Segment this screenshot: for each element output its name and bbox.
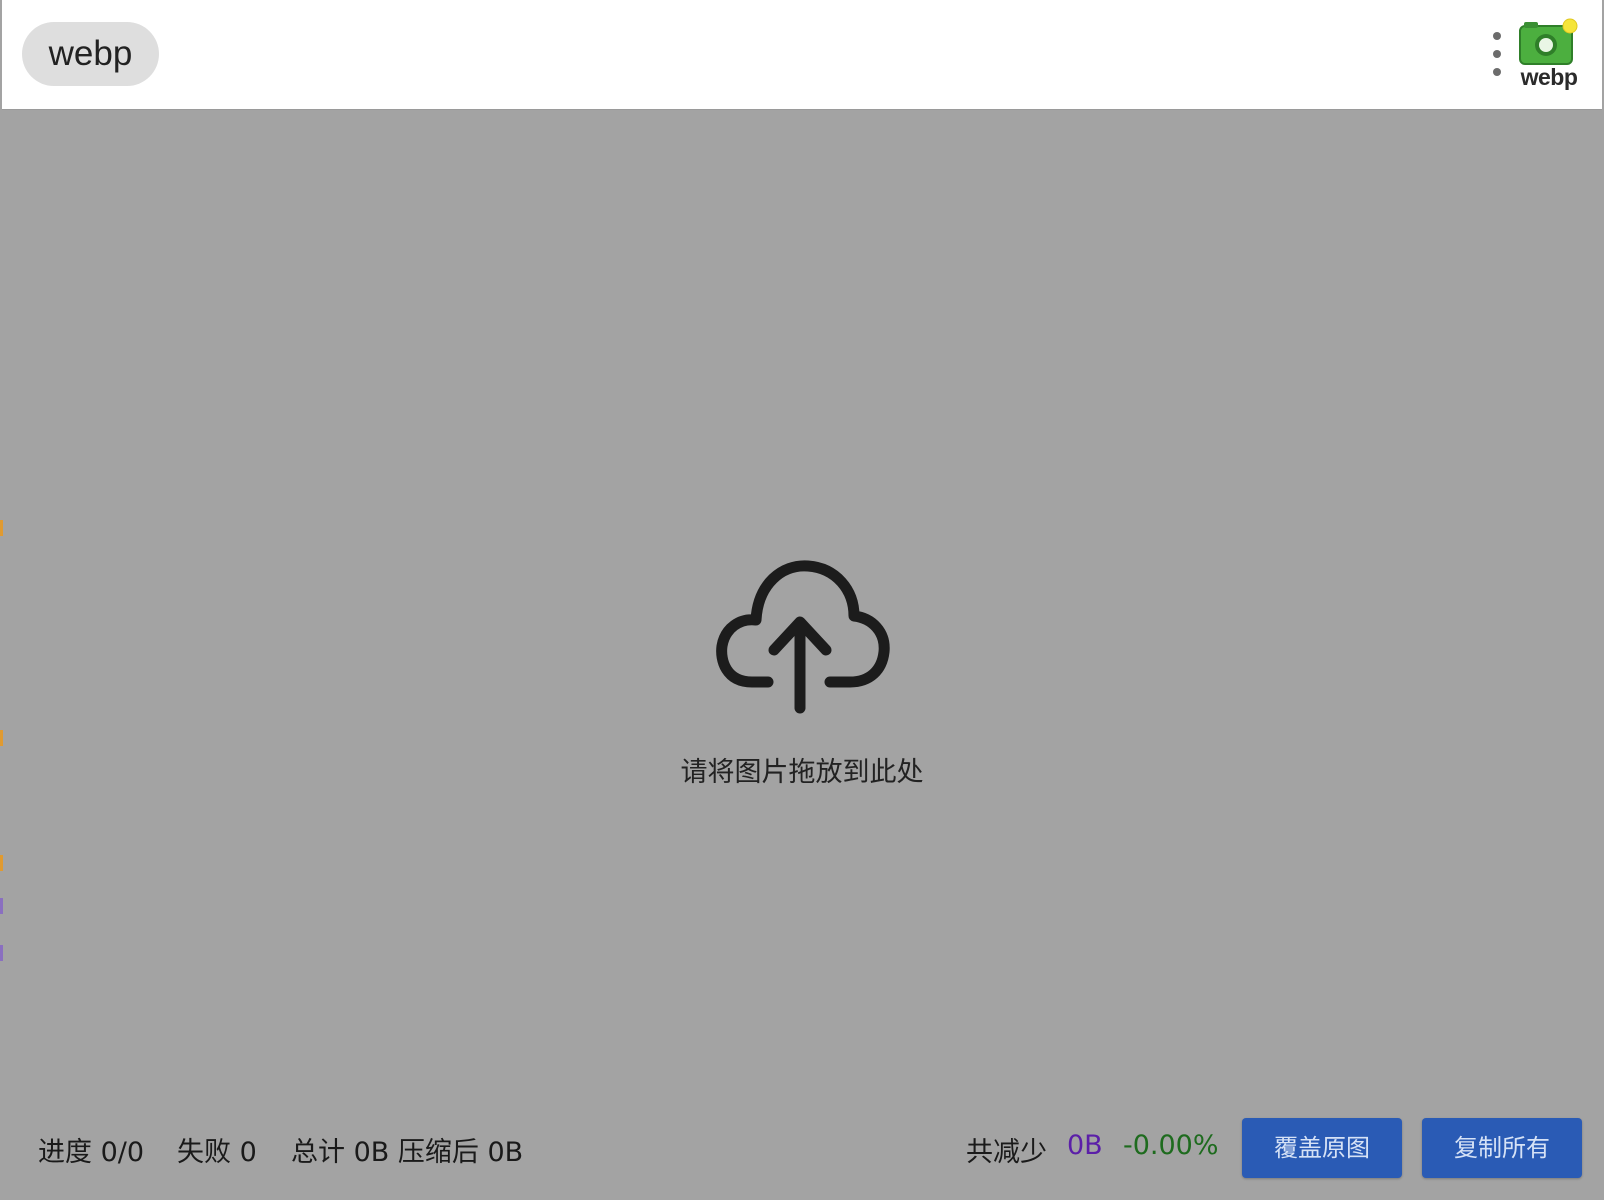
drop-hint-text: 请将图片拖放到此处	[680, 757, 924, 788]
saved-label: 共减少	[966, 1137, 1047, 1168]
overwrite-original-button[interactable]: 覆盖原图	[1242, 1118, 1402, 1178]
app-logo-label: webp	[1520, 64, 1578, 90]
format-chip[interactable]: webp	[22, 22, 159, 86]
app-window: webp webp 请将图片拖放到此处 进度 0/0 失败 0 总计 0B 压缩…	[0, 0, 1604, 1200]
size-summary: 总计 0B 压缩后 0B	[291, 1137, 524, 1168]
failed-count: 失败 0	[177, 1137, 257, 1168]
saved-percent: -0.00%	[1123, 1130, 1219, 1161]
cloud-upload-icon	[716, 560, 890, 714]
status-bar: 进度 0/0 失败 0 总计 0B 压缩后 0B 共减少 0B -0.00% 覆…	[0, 1110, 1604, 1200]
image-drop-zone[interactable]: 请将图片拖放到此处	[0, 110, 1604, 1110]
app-logo: webp	[1516, 18, 1582, 96]
camera-icon	[1519, 18, 1578, 65]
app-header: webp webp	[2, 0, 1602, 110]
saved-bytes: 0B	[1067, 1130, 1103, 1161]
more-vertical-icon[interactable]	[1480, 28, 1514, 80]
copy-all-button[interactable]: 复制所有	[1422, 1118, 1582, 1178]
progress-count: 进度 0/0	[38, 1137, 145, 1168]
